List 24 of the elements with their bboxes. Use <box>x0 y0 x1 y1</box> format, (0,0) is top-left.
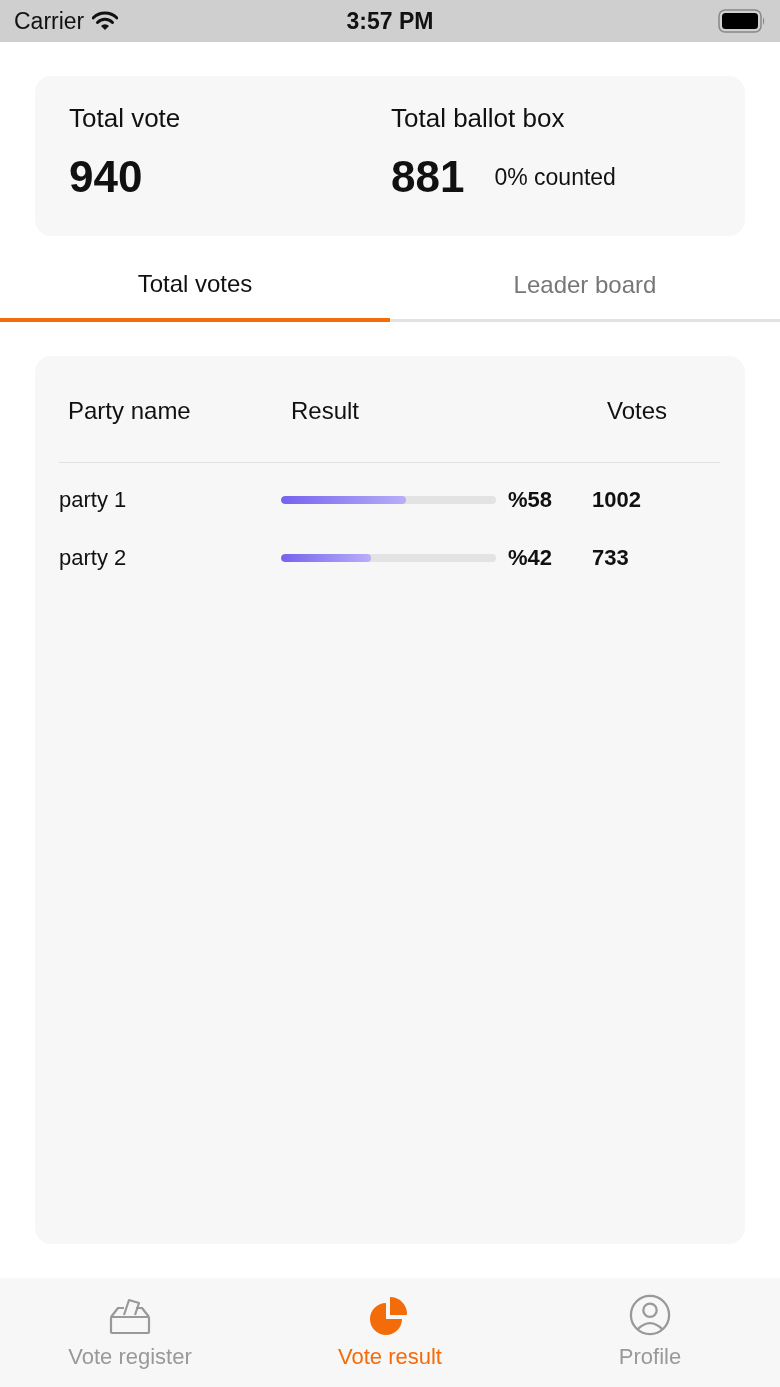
battery-icon <box>718 9 766 33</box>
column-header: Votes <box>607 396 668 426</box>
stat-value: 940 <box>69 152 143 202</box>
profile-icon <box>628 1294 672 1336</box>
party-name: party 2 <box>59 545 127 571</box>
nav-tab[interactable]: Profile <box>520 1278 780 1387</box>
clock-time: 3:57 PM <box>346 7 434 35</box>
nav-tab[interactable]: Vote register <box>0 1278 260 1387</box>
counted-note: 0% counted <box>494 163 616 191</box>
stat-value: 881 <box>391 152 465 202</box>
vote-count: 733 <box>592 545 629 571</box>
stat-label: Total vote <box>69 102 181 134</box>
party-name: party 1 <box>59 487 127 513</box>
percent-value: %42 <box>508 545 553 571</box>
tab[interactable]: Total votes <box>0 250 390 322</box>
column-header: Party name <box>68 396 191 426</box>
vote-count: 1002 <box>592 487 641 513</box>
percent-value: %58 <box>508 487 553 513</box>
nav-tab[interactable]: Vote result <box>260 1278 520 1387</box>
wifi-icon <box>92 11 119 31</box>
stat-label: Total ballot box <box>391 102 565 134</box>
carrier-name: Carrier <box>14 7 85 35</box>
tab[interactable]: Leader board <box>390 250 780 322</box>
column-header: Result <box>291 396 360 426</box>
